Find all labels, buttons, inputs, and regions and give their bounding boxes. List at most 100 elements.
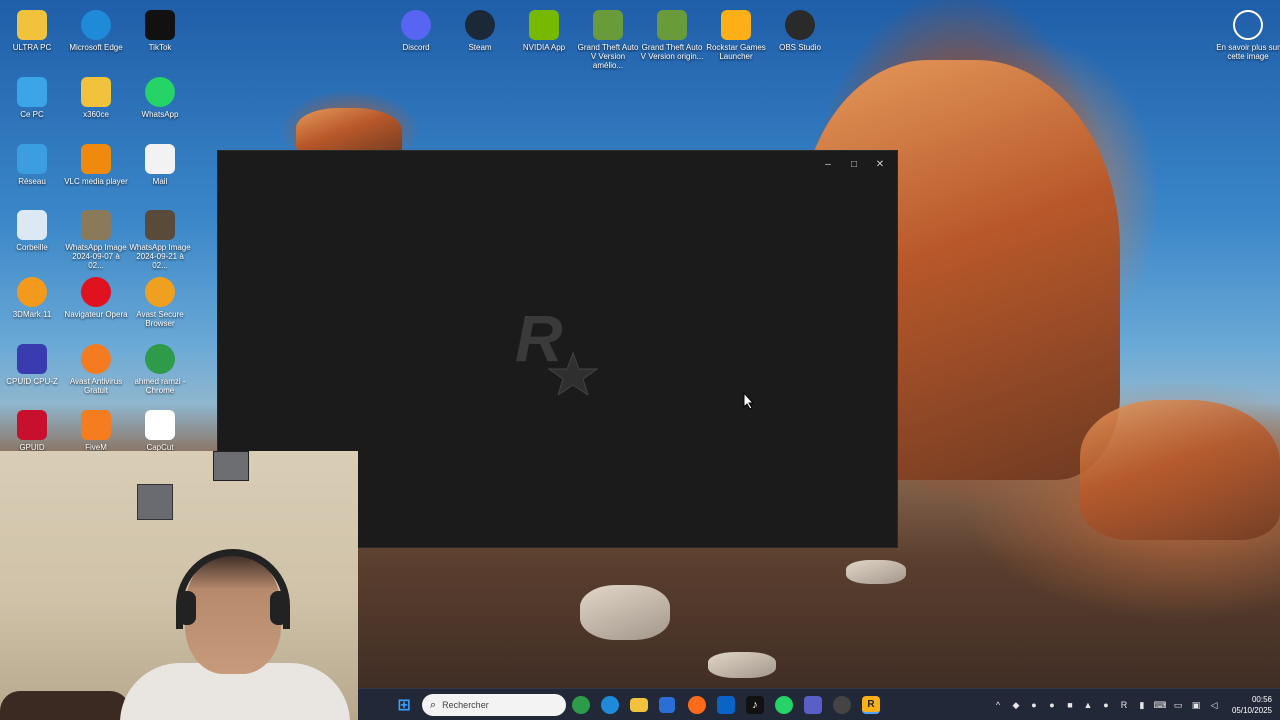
close-button[interactable]: ✕ <box>869 155 891 173</box>
desktop-icon-label: Réseau <box>18 177 46 186</box>
desktop-icon[interactable]: Avast Secure Browser <box>128 272 192 328</box>
image-thumbnail-icon <box>145 210 175 240</box>
mail-icon <box>145 144 175 174</box>
capture-icon[interactable] <box>833 696 851 714</box>
taskbar-search-input[interactable]: ⌕ Rechercher <box>422 694 566 716</box>
whatsapp-taskbar-icon[interactable] <box>775 696 793 714</box>
desktop-icon-label: VLC media player <box>64 177 128 186</box>
desktop-icon[interactable]: GPUID <box>0 405 64 452</box>
microphone-icon[interactable]: ▮ <box>1136 699 1148 711</box>
chevron-up-icon[interactable]: ^ <box>992 699 1004 711</box>
desktop-icon-label: WhatsApp Image 2024-09-21 à 02... <box>129 243 191 270</box>
desktop-icon-label: WhatsApp <box>141 110 179 119</box>
wall-picture-frame <box>213 451 249 481</box>
minimize-button[interactable]: – <box>817 155 839 173</box>
desktop-icon-label: Avast Secure Browser <box>136 310 184 328</box>
file-explorer-icon[interactable] <box>630 698 648 712</box>
desktop-icon-label: Mail <box>152 177 168 186</box>
desktop-icon-label: CPUID CPU-Z <box>6 377 58 386</box>
desktop-icon[interactable]: Avast Antivirus Gratuit <box>64 339 128 395</box>
gta-v-icon <box>657 10 687 40</box>
system-tray: ^ ◆ ● ● ■ ▲ ● R ▮ ⌨ ▭ ▣ ◁ <box>992 689 1220 720</box>
desktop-icon[interactable]: ULTRA PC <box>0 5 64 52</box>
desktop-icon-label: NVIDIA App <box>522 43 566 52</box>
desktop-icon-label: Grand Theft Auto V Version origin... <box>640 43 704 61</box>
network-tray-icon[interactable]: ▭ <box>1172 699 1184 711</box>
firefox-icon[interactable] <box>688 696 706 714</box>
desktop-icon[interactable]: Steam <box>448 5 512 52</box>
desktop-icon[interactable]: Ce PC <box>0 72 64 119</box>
desktop-icon[interactable]: Corbeille <box>0 205 64 252</box>
headset-earcup <box>270 591 288 625</box>
folder-icon <box>81 77 111 107</box>
desktop-icon-label: Navigateur Opera <box>64 310 128 319</box>
desktop-icon[interactable]: Discord <box>384 5 448 52</box>
desktop-icon[interactable]: CPUID CPU-Z <box>0 339 64 386</box>
search-placeholder: Rechercher <box>442 700 489 710</box>
desktop-icon[interactable]: VLC media player <box>64 139 128 186</box>
store-icon[interactable] <box>659 697 675 713</box>
desktop-icon[interactable]: Réseau <box>0 139 64 186</box>
tray-app-icon[interactable]: ● <box>1046 699 1058 711</box>
desktop-icon[interactable]: WhatsApp <box>128 72 192 119</box>
desktop-icon[interactable]: WhatsApp Image 2024-09-07 à 02... <box>64 205 128 270</box>
obs-icon <box>785 10 815 40</box>
desktop-icon-label: Ce PC <box>20 110 44 119</box>
fivem-icon <box>81 410 111 440</box>
tray-app-icon[interactable]: ● <box>1028 699 1040 711</box>
rockstar-launcher-taskbar-icon[interactable]: R <box>862 696 880 714</box>
tiktok-icon <box>145 10 175 40</box>
tiktok-taskbar-icon[interactable]: ♪ <box>746 696 764 714</box>
desktop-icon-label: Avast Antivirus Gratuit <box>69 377 123 395</box>
desktop-icon[interactable]: Mail <box>128 139 192 186</box>
desktop-icon[interactable]: FiveM <box>64 405 128 452</box>
desktop-icon[interactable]: ahmed ramzi - Chrome <box>128 339 192 395</box>
chrome-icon <box>145 344 175 374</box>
image-thumbnail-icon <box>81 210 111 240</box>
volume-icon[interactable]: ◁ <box>1208 699 1220 711</box>
desktop-icon-label: Grand Theft Auto V Version amélio... <box>577 43 639 70</box>
desktop-icon[interactable]: OBS Studio <box>768 5 832 52</box>
teams-icon[interactable] <box>804 696 822 714</box>
discord-tray-icon[interactable]: ■ <box>1064 699 1076 711</box>
clock-date: 05/10/2025 <box>1231 706 1272 715</box>
nvidia-tray-icon[interactable]: ▲ <box>1082 699 1094 711</box>
desktop-icon-label: x360ce <box>83 110 109 119</box>
windows-start-icon[interactable]: ⊞ <box>392 693 416 717</box>
tray-app-icon[interactable]: ◆ <box>1010 699 1022 711</box>
edge-taskbar-icon[interactable] <box>601 696 619 714</box>
search-icon: ⌕ <box>430 698 437 711</box>
desktop-icon[interactable]: TikTok <box>128 5 192 52</box>
desktop-icon[interactable]: Rockstar Games Launcher <box>704 5 768 61</box>
desktop-icon[interactable]: Grand Theft Auto V Version origin... <box>640 5 704 61</box>
desktop-icon[interactable]: En savoir plus sur cette image <box>1216 5 1280 61</box>
outlook-icon[interactable] <box>717 696 735 714</box>
desktop-icon[interactable]: x360ce <box>64 72 128 119</box>
capcut-icon <box>145 410 175 440</box>
rockstar-logo-icon: R <box>515 303 599 395</box>
desktop-icon-label: ULTRA PC <box>12 43 52 52</box>
desktop-icon[interactable]: Grand Theft Auto V Version amélio... <box>576 5 640 70</box>
desktop-icon[interactable]: Navigateur Opera <box>64 272 128 319</box>
desktop-icon[interactable]: Microsoft Edge <box>64 5 128 52</box>
desktop-icon[interactable]: 3DMark 11 <box>0 272 64 319</box>
system-clock[interactable]: 00:56 05/10/2025 <box>1224 694 1272 716</box>
clock-time: 00:56 <box>1251 695 1272 704</box>
maximize-button[interactable]: □ <box>843 155 865 173</box>
vlc-cone-icon <box>81 144 111 174</box>
window-controls: – □ ✕ <box>817 155 891 173</box>
taskbar: ⊞ ⌕ Rechercher ♪ R ^ ◆ ● ● ■ ▲ ● R ▮ ⌨ ▭… <box>358 688 1280 720</box>
desktop-icon[interactable]: WhatsApp Image 2024-09-21 à 02... <box>128 205 192 270</box>
chrome-taskbar-icon[interactable] <box>572 696 590 714</box>
rockstar-icon <box>721 10 751 40</box>
keyboard-icon[interactable]: ⌨ <box>1154 699 1167 711</box>
steam-tray-icon[interactable]: ● <box>1100 699 1112 711</box>
display-icon[interactable]: ▣ <box>1190 699 1202 711</box>
desktop-icon[interactable]: NVIDIA App <box>512 5 576 52</box>
desktop-icon[interactable]: CapCut <box>128 405 192 452</box>
rockstar-tray-icon[interactable]: R <box>1118 699 1130 711</box>
recycle-bin-icon <box>17 210 47 240</box>
chair <box>0 691 130 720</box>
folder-icon <box>17 10 47 40</box>
desktop-icon-label: WhatsApp Image 2024-09-07 à 02... <box>65 243 127 270</box>
